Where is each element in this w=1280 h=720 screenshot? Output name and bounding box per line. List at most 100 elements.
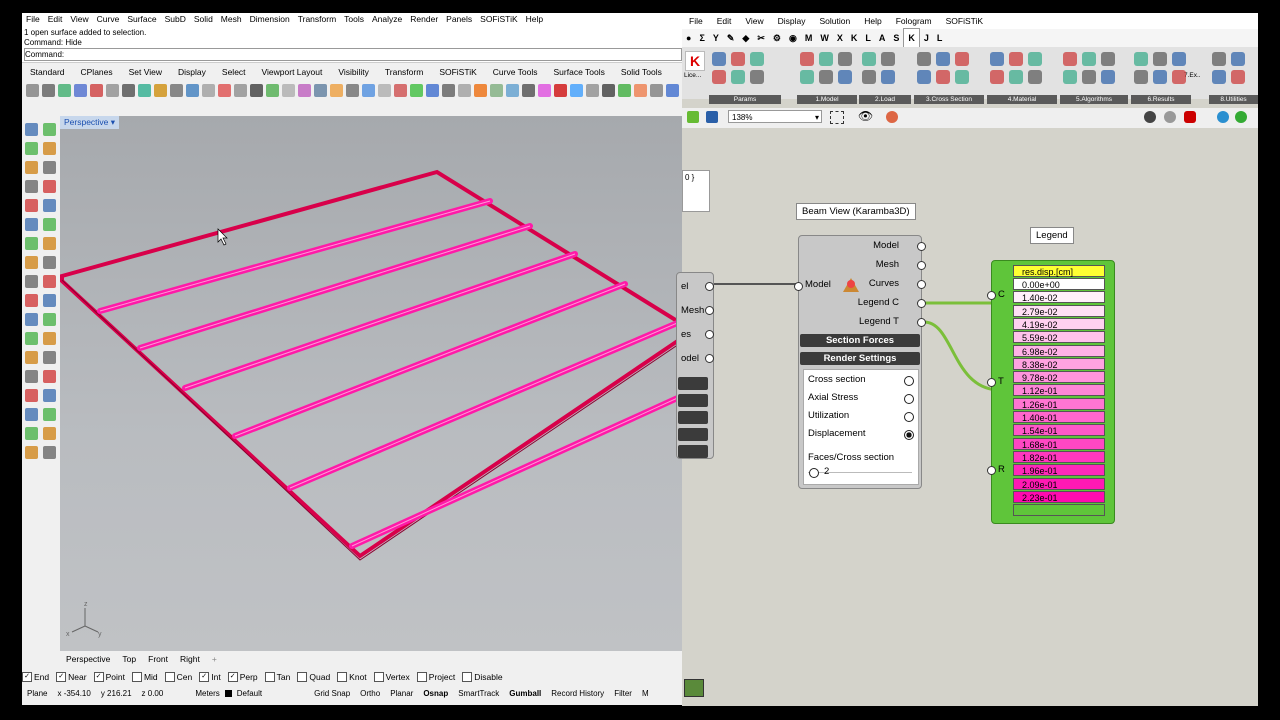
- toolbar-tool-icon[interactable]: [122, 83, 135, 97]
- ribbon-tool-icon[interactable]: [1063, 70, 1077, 84]
- ribbon-tool-icon[interactable]: [1134, 52, 1148, 66]
- menu-curve[interactable]: Curve: [93, 13, 124, 26]
- selection-icon[interactable]: [830, 111, 844, 124]
- preview-selected-icon[interactable]: [1184, 111, 1196, 123]
- menu-analyze[interactable]: Analyze: [368, 13, 406, 26]
- toolbar-tab-sofistik[interactable]: SOFiSTiK: [431, 65, 484, 79]
- ribbon-tool-icon[interactable]: [1101, 52, 1115, 66]
- status-toggle-osnap[interactable]: Osnap: [418, 689, 453, 698]
- gh-menu-help[interactable]: Help: [857, 13, 888, 29]
- gh-tab-12[interactable]: A: [875, 29, 890, 47]
- toolbar-tool-icon[interactable]: [506, 83, 519, 97]
- preview-shade-icon[interactable]: [1164, 111, 1176, 123]
- ribbon-group-6-results[interactable]: 6.Results: [1131, 95, 1191, 104]
- left-tool-icon[interactable]: [43, 427, 56, 440]
- view-tab-perspective[interactable]: Perspective: [60, 653, 116, 666]
- gh-tab-4[interactable]: ✂: [753, 29, 769, 47]
- menu-render[interactable]: Render: [406, 13, 442, 26]
- partial-button[interactable]: [678, 445, 708, 458]
- left-tool-icon[interactable]: [43, 408, 56, 421]
- toolbar-tool-icon[interactable]: [266, 83, 279, 97]
- status-toggle-filter[interactable]: Filter: [609, 689, 637, 698]
- option-radio-axial-stress[interactable]: [904, 394, 914, 404]
- toolbar-tool-icon[interactable]: [154, 83, 167, 97]
- left-tool-icon[interactable]: [43, 180, 56, 193]
- fologram-icon[interactable]: [1235, 111, 1247, 123]
- ribbon-tool-icon[interactable]: [750, 52, 764, 66]
- left-tool-icon[interactable]: [43, 237, 56, 250]
- view-tab-top[interactable]: Top: [116, 653, 142, 666]
- osnap-tan[interactable]: Tan: [264, 672, 290, 682]
- ribbon-tool-icon[interactable]: [1082, 70, 1096, 84]
- ribbon-tool-icon[interactable]: [1231, 70, 1245, 84]
- legend-input-grip[interactable]: [987, 291, 996, 300]
- left-tool-icon[interactable]: [43, 218, 56, 231]
- perspective-viewport[interactable]: Perspective ▾ z y x: [60, 116, 682, 651]
- toolbar-tab-select[interactable]: Select: [214, 65, 254, 79]
- osnap-checkbox[interactable]: [462, 672, 473, 682]
- status-toggle-m[interactable]: M: [637, 689, 654, 698]
- left-tool-icon[interactable]: [25, 275, 38, 288]
- osnap-mid[interactable]: Mid: [131, 672, 158, 682]
- partial-button[interactable]: [678, 411, 708, 424]
- toolbar-tool-icon[interactable]: [442, 83, 455, 97]
- toolbar-tab-cplanes[interactable]: CPlanes: [73, 65, 121, 79]
- ribbon-group-8-utilities[interactable]: 8.Utilities: [1209, 95, 1258, 104]
- gh-menu-file[interactable]: File: [682, 13, 710, 29]
- toolbar-tool-icon[interactable]: [490, 83, 503, 97]
- gh-tab-15[interactable]: J: [920, 29, 933, 47]
- left-tool-icon[interactable]: [43, 123, 56, 136]
- ribbon-tool-icon[interactable]: [731, 70, 745, 84]
- osnap-project[interactable]: Project: [416, 672, 455, 682]
- toolbar-tab-curve-tools[interactable]: Curve Tools: [485, 65, 546, 79]
- menu-view[interactable]: View: [66, 13, 92, 26]
- zoom-select[interactable]: 138% ▾: [728, 110, 822, 123]
- gh-tab-10[interactable]: K: [847, 29, 862, 47]
- osnap-checkbox[interactable]: ✓: [199, 672, 210, 682]
- left-tool-icon[interactable]: [25, 199, 38, 212]
- left-tool-icon[interactable]: [43, 142, 56, 155]
- toolbar-tool-icon[interactable]: [554, 83, 567, 97]
- option-radio-displacement[interactable]: [904, 430, 914, 440]
- toolbar-tool-icon[interactable]: [298, 83, 311, 97]
- toolbar-tool-icon[interactable]: [74, 83, 87, 97]
- osnap-perp[interactable]: ✓ Perp: [227, 672, 258, 682]
- status-layer[interactable]: Default: [232, 689, 267, 698]
- left-tool-icon[interactable]: [25, 370, 38, 383]
- left-tool-icon[interactable]: [25, 389, 38, 402]
- toolbar-tool-icon[interactable]: [570, 83, 583, 97]
- toolbar-tab-transform[interactable]: Transform: [377, 65, 431, 79]
- toolbar-tool-icon[interactable]: [218, 83, 231, 97]
- command-prompt-input[interactable]: Command:: [24, 48, 682, 61]
- menu-subd[interactable]: SubD: [161, 13, 190, 26]
- status-units[interactable]: Meters: [190, 689, 224, 698]
- input-grip-model[interactable]: [794, 282, 803, 291]
- left-tool-icon[interactable]: [25, 123, 38, 136]
- add-view-tab-icon[interactable]: +: [206, 653, 223, 666]
- ribbon-tool-icon[interactable]: [936, 70, 950, 84]
- toolbar-tool-icon[interactable]: [202, 83, 215, 97]
- gh-tab-0[interactable]: Σ: [695, 29, 708, 47]
- ribbon-tool-icon[interactable]: [1101, 70, 1115, 84]
- ribbon-group-1-model[interactable]: 1.Model: [797, 95, 857, 104]
- status-toggle-grid-snap[interactable]: Grid Snap: [309, 689, 355, 698]
- left-tool-icon[interactable]: [25, 218, 38, 231]
- ribbon-tool-icon[interactable]: [712, 52, 726, 66]
- toolbar-tool-icon[interactable]: [330, 83, 343, 97]
- menu-transform[interactable]: Transform: [294, 13, 340, 26]
- partial-button[interactable]: [678, 394, 708, 407]
- gh-tab-3[interactable]: ◆: [738, 29, 753, 47]
- gh-tab-6[interactable]: ◉: [785, 29, 801, 47]
- left-tool-icon[interactable]: [25, 332, 38, 345]
- output-grip[interactable]: [705, 282, 714, 291]
- toolbar-tool-icon[interactable]: [618, 83, 631, 97]
- left-tool-icon[interactable]: [43, 199, 56, 212]
- ribbon-tool-icon[interactable]: [990, 52, 1004, 66]
- toolbar-tool-icon[interactable]: [522, 83, 535, 97]
- gh-tab-2[interactable]: ✎: [723, 29, 739, 47]
- left-tool-icon[interactable]: [43, 370, 56, 383]
- left-tool-icon[interactable]: [25, 237, 38, 250]
- toolbar-tool-icon[interactable]: [42, 83, 55, 97]
- osnap-checkbox[interactable]: [264, 672, 275, 682]
- menu-help[interactable]: Help: [522, 13, 547, 26]
